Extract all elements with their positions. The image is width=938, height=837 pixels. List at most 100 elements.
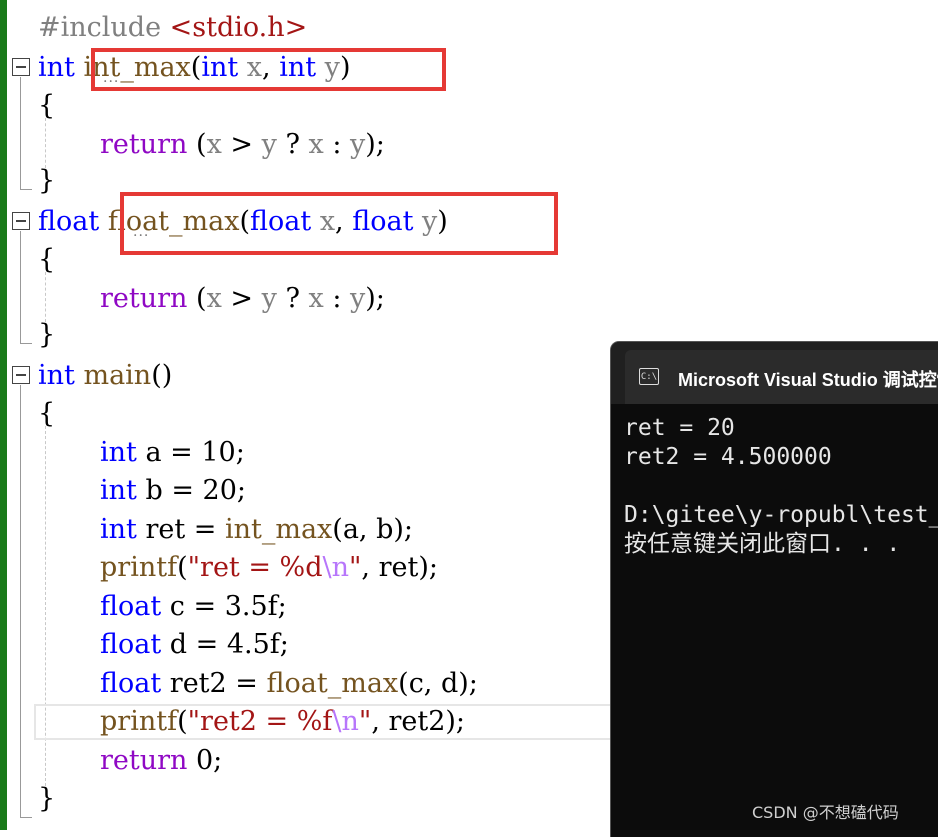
paren: ( [196, 129, 207, 160]
code-line-3: { [38, 87, 55, 125]
operator: : [323, 283, 350, 314]
change-indicator-bar [0, 0, 7, 830]
paren: ( [177, 552, 188, 583]
call-args: , ret2); [371, 706, 466, 737]
operator: ? [276, 129, 309, 160]
statement: 0; [187, 745, 223, 776]
highlight-box-float-max [120, 192, 558, 255]
function-call: printf [100, 706, 178, 737]
return-keyword: return [100, 283, 188, 314]
code-line-17: float d = 4.5f; [100, 626, 289, 664]
param-ref: x [308, 129, 324, 160]
string-quote: " [358, 706, 372, 737]
param-ref: y [350, 129, 366, 160]
type-keyword: float [100, 591, 162, 622]
code-line-11: { [38, 395, 55, 433]
outline-guide [20, 189, 32, 190]
string-quote: " [187, 706, 201, 737]
debug-console-window[interactable]: C:\ Microsoft Visual Studio 调试控制台 ret = … [610, 341, 938, 837]
string-quote: " [187, 552, 201, 583]
code-line-19: printf("ret2 = %f\n", ret2); [100, 703, 465, 741]
statement: ret2 = [161, 668, 267, 699]
code-line-9: } [38, 316, 55, 354]
code-line-20: return 0; [100, 742, 222, 780]
code-line-5: } [38, 162, 55, 200]
output-line: 按任意键关闭此窗口. . . [624, 531, 901, 557]
type-keyword: int [100, 437, 137, 468]
indent-guide [45, 118, 46, 168]
console-output: ret = 20 ret2 = 4.500000 D:\gitee\y-ropubl… [624, 414, 938, 559]
outline-guide [20, 817, 32, 818]
close-brace: } [38, 165, 56, 196]
watermark: CSDN @不想磕代码 [752, 803, 899, 822]
code-line-1: #include <stdio.h> [38, 9, 307, 47]
code-line-14: int ret = int_max(a, b); [100, 511, 413, 549]
indent-guide [45, 272, 46, 322]
return-keyword: return [100, 129, 188, 160]
code-line-10: int main() [38, 357, 172, 395]
paren: ( [177, 706, 188, 737]
code-line-15: printf("ret = %d\n", ret); [100, 549, 438, 587]
code-line-8: return (x > y ? x : y); [100, 280, 385, 318]
statement-end: ); [365, 283, 385, 314]
outline-guide [20, 343, 32, 344]
open-brace: { [38, 244, 56, 275]
param-ref: y [261, 129, 277, 160]
close-brace: } [38, 319, 56, 350]
outline-guide [20, 385, 21, 817]
escape-sequence: \n [322, 552, 350, 583]
outline-guide [20, 231, 21, 343]
call-args: , ret); [361, 552, 438, 583]
function-call: int_max [224, 514, 333, 545]
paren: ( [196, 283, 207, 314]
code-line-18: float ret2 = float_max(c, d); [100, 665, 478, 703]
output-line: ret2 = 4.500000 [624, 444, 832, 470]
include-directive: #include [38, 12, 162, 43]
return-keyword: return [100, 745, 188, 776]
console-title: Microsoft Visual Studio 调试控制台 [678, 370, 938, 390]
string-literal: ret = %d [200, 552, 323, 583]
highlight-box-int-max [91, 48, 446, 91]
code-line-12: int a = 10; [100, 434, 245, 472]
command-prompt-icon: C:\ [639, 368, 659, 385]
code-line-7: { [38, 241, 55, 279]
type-keyword: float [100, 629, 162, 660]
code-line-13: int b = 20; [100, 472, 246, 510]
return-type: int [38, 52, 75, 83]
code-line-4: return (x > y ? x : y); [100, 126, 385, 164]
open-brace: { [38, 90, 56, 121]
collapse-float-max-icon[interactable] [12, 212, 30, 230]
outline-guide [20, 77, 21, 189]
escape-sequence: \n [332, 706, 359, 737]
collapse-int-max-icon[interactable] [12, 58, 30, 76]
statement: a = 10; [136, 437, 245, 468]
function-call: float_max [266, 668, 399, 699]
param-ref: x [206, 283, 222, 314]
statement-end: ); [365, 129, 385, 160]
string-quote: " [349, 552, 362, 583]
return-type: int [38, 360, 75, 391]
param-ref: x [206, 129, 222, 160]
console-titlebar: C:\ Microsoft Visual Studio 调试控制台 [611, 342, 938, 404]
type-keyword: int [100, 514, 137, 545]
operator: > [221, 283, 262, 314]
open-brace: { [38, 398, 56, 429]
paren: () [151, 360, 173, 391]
console-tab[interactable]: C:\ Microsoft Visual Studio 调试控制台 [625, 350, 938, 404]
close-brace: } [38, 783, 56, 814]
param-ref: y [261, 283, 277, 314]
include-header: <stdio.h> [169, 12, 308, 43]
code-line-16: float c = 3.5f; [100, 588, 287, 626]
operator: ? [276, 283, 309, 314]
statement: ret = [136, 514, 225, 545]
param-ref: x [308, 283, 324, 314]
statement: d = 4.5f; [161, 629, 289, 660]
operator: > [221, 129, 262, 160]
call-args: (a, b); [332, 514, 414, 545]
statement: c = 3.5f; [161, 591, 287, 622]
call-args: (c, d); [398, 668, 478, 699]
collapse-main-icon[interactable] [12, 366, 30, 384]
output-line: ret = 20 [624, 415, 735, 441]
type-keyword: int [100, 475, 137, 506]
